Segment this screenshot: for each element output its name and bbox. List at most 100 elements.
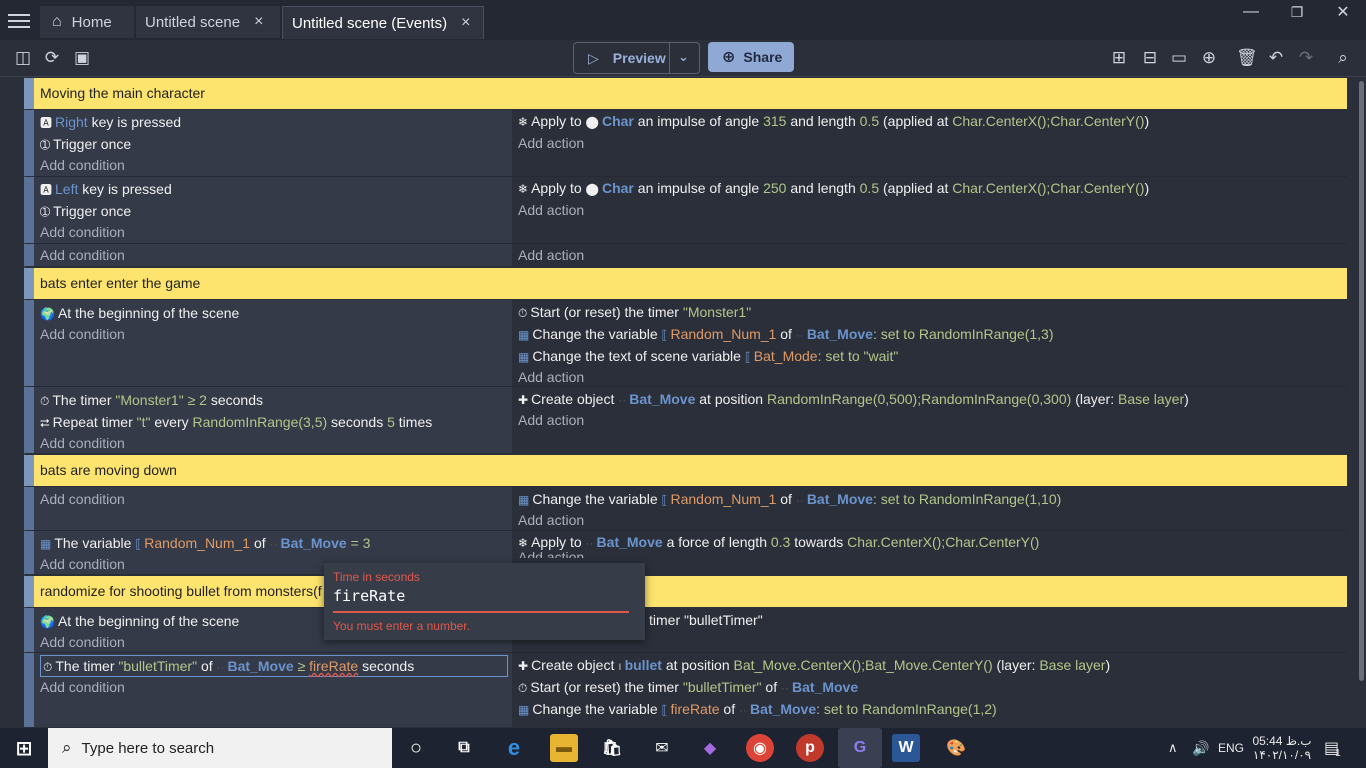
volume-icon[interactable]: 🔊 — [1192, 728, 1209, 768]
add-comment-icon[interactable]: ▭ — [1169, 48, 1189, 68]
chrome-icon[interactable]: ◉ — [746, 734, 774, 762]
taskbar-search[interactable]: ⌕ Type here to search — [48, 728, 392, 768]
action[interactable]: ⏱ Start (or reset) the timer "Monster1" — [518, 302, 751, 322]
add-condition-link[interactable]: Add condition — [40, 489, 125, 509]
action-text: an impulse of angle — [637, 180, 760, 196]
tab-events[interactable]: Untitled scene (Events) × — [282, 6, 484, 39]
add-action-link[interactable]: Add action — [518, 200, 584, 220]
add-condition-link[interactable]: Add condition — [40, 155, 125, 175]
comment-row[interactable]: bats enter enter the game — [24, 268, 1347, 299]
tray-overflow-icon[interactable]: ∧ — [1168, 728, 1178, 768]
actions-column: ✚ Create object ·· Bat_Move at position Ra… — [512, 387, 1347, 453]
add-action-link[interactable]: Add action — [518, 550, 584, 558]
event-row[interactable]: ⏱ The timer "Monster1" ≥ 2 seconds ⮂ Repea… — [24, 387, 1347, 453]
edge-icon[interactable]: e — [500, 734, 528, 762]
condition[interactable]: ➀ Trigger once — [40, 134, 131, 154]
action[interactable]: ▦ Change the variable ⟦ Random_Num_1 of ··… — [518, 324, 1054, 344]
add-condition-link[interactable]: Add condition — [40, 632, 125, 652]
windows-start-icon[interactable]: ⊞ — [10, 734, 38, 762]
invalid-parameter[interactable]: fireRate — [309, 658, 358, 674]
event-row[interactable]: ⏱ The timer "bulletTimer" of ·· Bat_Move ≥… — [24, 653, 1347, 727]
chevron-down-icon[interactable]: ⌄ — [678, 49, 689, 65]
condition[interactable]: 🌍 At the beginning of the scene — [40, 611, 239, 631]
condition[interactable]: 🅰 Right key is pressed — [40, 112, 181, 132]
add-action-link[interactable]: Add action — [518, 367, 584, 387]
undo-icon[interactable]: ↶ — [1266, 48, 1286, 68]
add-action-link[interactable]: Add action — [518, 410, 584, 430]
comment-row[interactable]: bats are moving down — [24, 455, 1347, 486]
cortana-icon[interactable]: ○ — [402, 734, 430, 762]
gdevelop-icon[interactable]: G — [838, 728, 882, 768]
paint-icon[interactable]: 🎨 — [942, 734, 970, 762]
action[interactable]: ▦ Change the variable ⟦ Random_Num_1 of ··… — [518, 489, 1061, 509]
add-subevent-icon[interactable]: ⊟ — [1140, 48, 1160, 68]
add-condition-link[interactable]: Add condition — [40, 677, 125, 697]
close-icon[interactable]: × — [461, 14, 470, 32]
add-condition-link[interactable]: Add condition — [40, 324, 125, 344]
event-row[interactable]: Add condition ▦ Change the variable ⟦ Rand… — [24, 487, 1347, 530]
action[interactable]: ❄ Apply to ⬤ Char an impulse of angle 315 … — [518, 111, 1149, 131]
app-p-icon[interactable]: p — [796, 734, 824, 762]
action[interactable]: ▦ Change the text of scene variable ⟦ Bat_… — [518, 346, 898, 366]
condition[interactable]: ⮂ Repeat timer "t" every RandomInRange(3,… — [40, 412, 432, 432]
add-action-link[interactable]: Add action — [518, 245, 584, 265]
clock[interactable]: 05:44 ب.ظ ۱۴۰۲/۱۰/۰۹ — [1252, 728, 1312, 768]
restore-button[interactable]: ❐ — [1274, 0, 1320, 24]
add-condition-link[interactable]: Add condition — [40, 433, 125, 453]
project-manager-icon[interactable]: ◫ — [13, 48, 33, 68]
tab-scene[interactable]: Untitled scene × — [136, 6, 280, 38]
comment-row[interactable]: Moving the main character — [24, 78, 1347, 109]
hamburger-menu-icon[interactable] — [8, 10, 30, 30]
condition[interactable]: 🅰 Left key is pressed — [40, 179, 172, 199]
time-in-seconds-input[interactable]: fireRate — [333, 587, 405, 605]
event-row[interactable]: 🅰 Left key is pressed ➀ Trigger once Add c… — [24, 177, 1347, 243]
store-icon[interactable]: 🛍 — [598, 734, 626, 762]
save-icon[interactable]: ▣ — [72, 48, 92, 68]
language-indicator[interactable]: ENG — [1218, 728, 1244, 768]
condition[interactable]: 🌍 At the beginning of the scene — [40, 303, 239, 323]
add-condition-link[interactable]: Add condition — [40, 245, 125, 265]
vertical-scrollbar[interactable] — [1358, 77, 1366, 727]
action[interactable]: timer "bulletTimer" — [649, 610, 763, 630]
word-icon[interactable]: W — [892, 734, 920, 762]
file-explorer-icon[interactable]: ▬ — [550, 734, 578, 762]
tab-home[interactable]: ⌂ Home — [40, 6, 134, 38]
add-event-icon[interactable]: ⊞ — [1109, 48, 1129, 68]
redo-icon[interactable]: ↷ — [1296, 48, 1316, 68]
condition[interactable]: ▦ The variable ⟦ Random_Num_1 of ·· Bat_Mov… — [40, 533, 370, 553]
task-view-icon[interactable]: ⧉ — [450, 734, 478, 762]
window-close-button[interactable]: ✕ — [1320, 0, 1366, 24]
event-row[interactable]: 🌍 At the beginning of the scene Add condi… — [24, 300, 1347, 386]
scrollbar-thumb[interactable] — [1359, 81, 1364, 681]
add-plus-icon[interactable]: ⊕ — [1199, 48, 1219, 68]
condition-selected[interactable]: ⏱ The timer "bulletTimer" of ·· Bat_Move ≥… — [40, 655, 508, 677]
action[interactable]: ❄ Apply to ⬤ Char an impulse of angle 250 … — [518, 178, 1149, 198]
preview-button[interactable]: ▷ Preview ⌄ — [573, 42, 700, 74]
condition[interactable]: ⏱ The timer "Monster1" ≥ 2 seconds — [40, 390, 263, 410]
action[interactable]: ⏱ Start (or reset) the timer "bulletTimer… — [518, 677, 858, 697]
add-action-link[interactable]: Add action — [518, 133, 584, 153]
search-icon[interactable]: ⌕ — [1333, 48, 1353, 68]
condition[interactable]: ➀ Trigger once — [40, 201, 131, 221]
comment-row[interactable]: randomize for shooting bullet from monst… — [24, 576, 1347, 607]
mail-icon[interactable]: ✉ — [648, 734, 676, 762]
close-icon[interactable]: × — [254, 13, 263, 31]
app-icon[interactable]: ◆ — [696, 734, 724, 762]
minimize-button[interactable]: — — [1228, 0, 1274, 24]
add-action-link[interactable]: Add action — [518, 510, 584, 530]
share-button[interactable]: ⊕ Share — [708, 42, 794, 72]
action[interactable]: ❄ Apply to ·· Bat_Move a force of length 0… — [518, 532, 1039, 552]
add-condition-link[interactable]: Add condition — [40, 554, 125, 574]
notification-icon[interactable]: ▤ 1 — [1324, 728, 1341, 768]
sprite-icon: ·· — [739, 703, 747, 717]
action[interactable]: ✚ Create object ı bullet at position Bat_M… — [518, 655, 1110, 675]
action[interactable]: ▦ Change the variable ⟦ fireRate of ·· Bat_… — [518, 699, 997, 719]
add-condition-link[interactable]: Add condition — [40, 222, 125, 242]
event-row[interactable]: 🅰 Right key is pressed ➀ Trigger once Add … — [24, 110, 1347, 176]
event-row[interactable]: ▦ The variable ⟦ Random_Num_1 of ·· Bat_Mov… — [24, 531, 1347, 574]
action[interactable]: ✚ Create object ·· Bat_Move at position Ra… — [518, 389, 1189, 409]
event-row[interactable]: Add condition Add action — [24, 244, 1347, 266]
event-row[interactable]: 🌍 At the beginning of the scene Add condi… — [24, 608, 1347, 652]
refresh-icon[interactable]: ⟳ — [42, 48, 62, 68]
delete-icon[interactable]: 🗑 — [1236, 48, 1258, 68]
